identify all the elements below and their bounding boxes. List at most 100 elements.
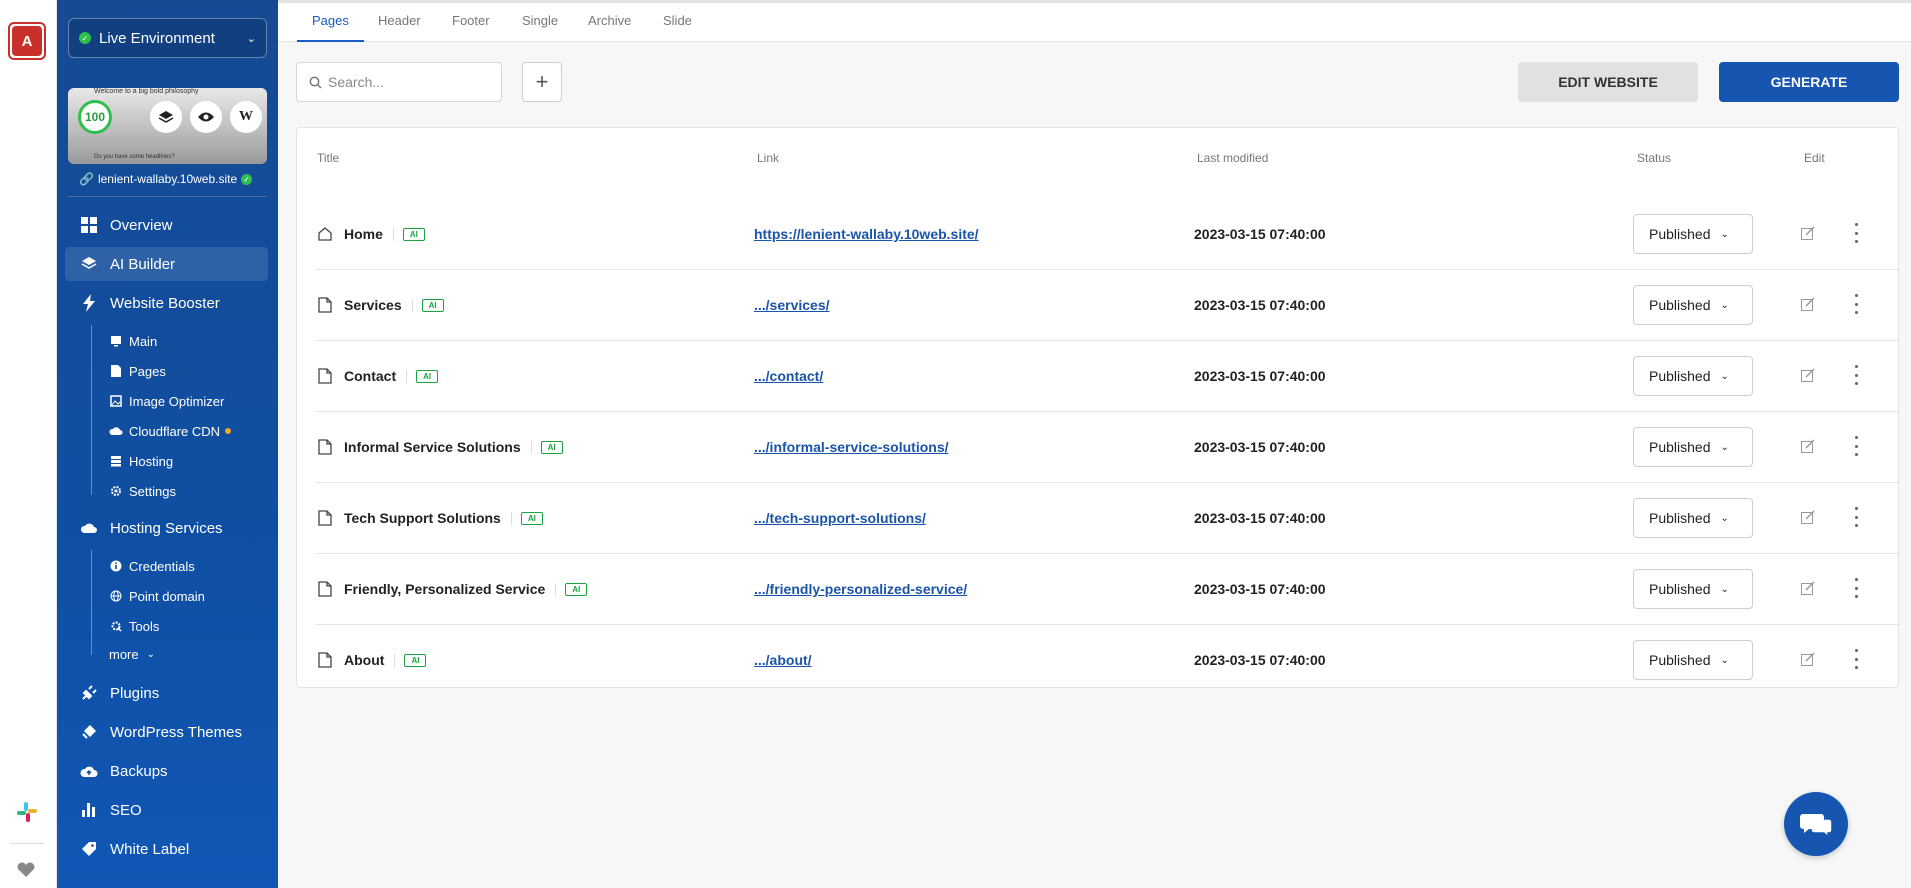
column-header-status: Status [1637,151,1672,165]
avatar-letter: A [12,26,42,56]
chevron-down-icon: ⌄ [1720,583,1729,595]
sidebar-item-overview[interactable]: Overview [57,208,278,242]
page-title-cell[interactable]: About AI [316,625,427,695]
search-input[interactable] [328,74,478,90]
chat-button[interactable] [1784,792,1848,856]
sidebar-subitem-main[interactable]: Main [109,328,157,354]
sidebar-subitem-hosting[interactable]: Hosting [109,448,173,474]
edit-website-button[interactable]: EDIT WEBSITE [1518,62,1698,102]
sidebar-subitem-label: Settings [129,483,176,499]
status-select[interactable]: Published ⌄ [1633,640,1753,680]
edit-icon[interactable] [1800,509,1816,525]
page-title: Tech Support Solutions [344,510,501,526]
more-options-icon[interactable] [1852,294,1860,314]
environment-select[interactable]: ✓ Live Environment ⌄ [68,18,267,58]
sidebar-item-hosting-services[interactable]: Hosting Services [57,511,278,545]
page-icon [109,364,123,378]
more-options-icon[interactable] [1852,223,1860,243]
sidebar-subitem-credentials[interactable]: Credentials [109,553,195,579]
layers-icon[interactable] [150,101,182,133]
sidebar-item-website-booster[interactable]: Website Booster [57,286,278,320]
page-link[interactable]: https://lenient-wallaby.10web.site/ [754,199,979,269]
edit-icon[interactable] [1800,438,1816,454]
account-avatar[interactable]: A [8,22,46,60]
sidebar-item-white-label[interactable]: White Label [57,832,278,866]
pages-table: Title Link Last modified Status Edit Hom… [296,127,1900,688]
status-value: Published [1649,510,1711,526]
heart-icon[interactable] [16,862,36,878]
page-link[interactable]: .../contact/ [754,341,823,411]
sidebar-subitem-settings[interactable]: Settings [109,478,176,504]
site-preview[interactable]: Welcome to a big bold philosophy 100 W D… [68,88,267,164]
more-options-icon[interactable] [1852,649,1860,669]
more-label: more [109,646,139,662]
sidebar-subitem-image-optimizer[interactable]: Image Optimizer [109,388,224,414]
chevron-down-icon: ⌄ [1720,299,1729,311]
sidebar-subitem-cloudflare-cdn[interactable]: Cloudflare CDN [109,418,232,444]
edit-icon[interactable] [1800,651,1816,667]
preview-header-text: Welcome to a big bold philosophy [94,88,199,95]
more-options-icon[interactable] [1852,507,1860,527]
page-icon [316,651,334,669]
notification-dot [225,428,232,434]
column-header-modified: Last modified [1197,151,1269,165]
add-page-button[interactable]: + [522,62,562,102]
sidebar-item-ai-builder[interactable]: AI Builder [65,247,268,281]
page-title-cell[interactable]: Friendly, Personalized Service AI [316,554,588,624]
wordpress-icon[interactable]: W [230,101,262,133]
page-title-cell[interactable]: Contact AI [316,341,439,411]
more-options-icon[interactable] [1852,578,1860,598]
eye-icon[interactable] [190,101,222,133]
page-link[interactable]: .../services/ [754,270,830,340]
table-row: Informal Service Solutions AI .../informal… [316,412,1900,483]
page-link[interactable]: .../tech-support-solutions/ [754,483,926,553]
site-domain-link[interactable]: 🔗 lenient-wallaby.10web.site ✓ [79,172,253,186]
page-link[interactable]: .../friendly-personalized-service/ [754,554,967,624]
sidebar-subitem-tools[interactable]: Tools [109,613,159,639]
sidebar-subitem-pages[interactable]: Pages [109,358,166,384]
more-options-icon[interactable] [1852,365,1860,385]
tab-footer[interactable]: Footer [452,13,490,42]
more-options-icon[interactable] [1852,436,1860,456]
sidebar-item-backups[interactable]: Backups [57,754,278,788]
performance-score: 100 [78,100,112,134]
status-select[interactable]: Published ⌄ [1633,498,1753,538]
status-select[interactable]: Published ⌄ [1633,285,1753,325]
page-link[interactable]: .../informal-service-solutions/ [754,412,949,482]
tab-slide[interactable]: Slide [663,13,692,42]
status-select[interactable]: Published ⌄ [1633,427,1753,467]
status-select[interactable]: Published ⌄ [1633,356,1753,396]
status-select[interactable]: Published ⌄ [1633,569,1753,609]
page-title-cell[interactable]: Informal Service Solutions AI [316,412,563,482]
edit-icon[interactable] [1800,225,1816,241]
slack-icon[interactable] [15,800,39,824]
column-header-link: Link [757,151,780,165]
sidebar-subitem-label: Main [129,333,158,349]
status-select[interactable]: Published ⌄ [1633,214,1753,254]
page-title-cell[interactable]: Services AI [316,270,444,340]
globe-icon [109,589,123,603]
page-title: Contact [344,368,397,384]
tab-pages[interactable]: Pages [297,13,364,42]
sidebar-item-plugins[interactable]: Plugins [57,676,278,710]
sidebar-subitem-point-domain[interactable]: Point domain [109,583,205,609]
page-title-cell[interactable]: Tech Support Solutions AI [316,483,543,553]
sidebar-more-toggle[interactable]: more ⌄ [109,641,155,667]
edit-icon[interactable] [1800,367,1816,383]
sidebar-item-seo[interactable]: SEO [57,793,278,827]
search-icon [309,76,322,89]
page-link[interactable]: .../about/ [754,625,812,695]
page-title-cell[interactable]: Home AI [316,199,425,269]
generate-button[interactable]: GENERATE [1719,62,1899,102]
sidebar-item-wordpress-themes[interactable]: WordPress Themes [57,715,278,749]
tree-line [91,325,92,495]
tab-archive[interactable]: Archive [588,13,631,42]
tab-header[interactable]: Header [378,13,421,42]
page-icon [316,296,334,314]
chevron-down-icon: ⌄ [1720,654,1729,666]
tab-single[interactable]: Single [522,13,558,42]
ai-badge-label: AI [421,298,444,312]
edit-icon[interactable] [1800,296,1816,312]
edit-icon[interactable] [1800,580,1816,596]
page-tabs: Pages Header Footer Single Archive Slide [278,0,1911,42]
